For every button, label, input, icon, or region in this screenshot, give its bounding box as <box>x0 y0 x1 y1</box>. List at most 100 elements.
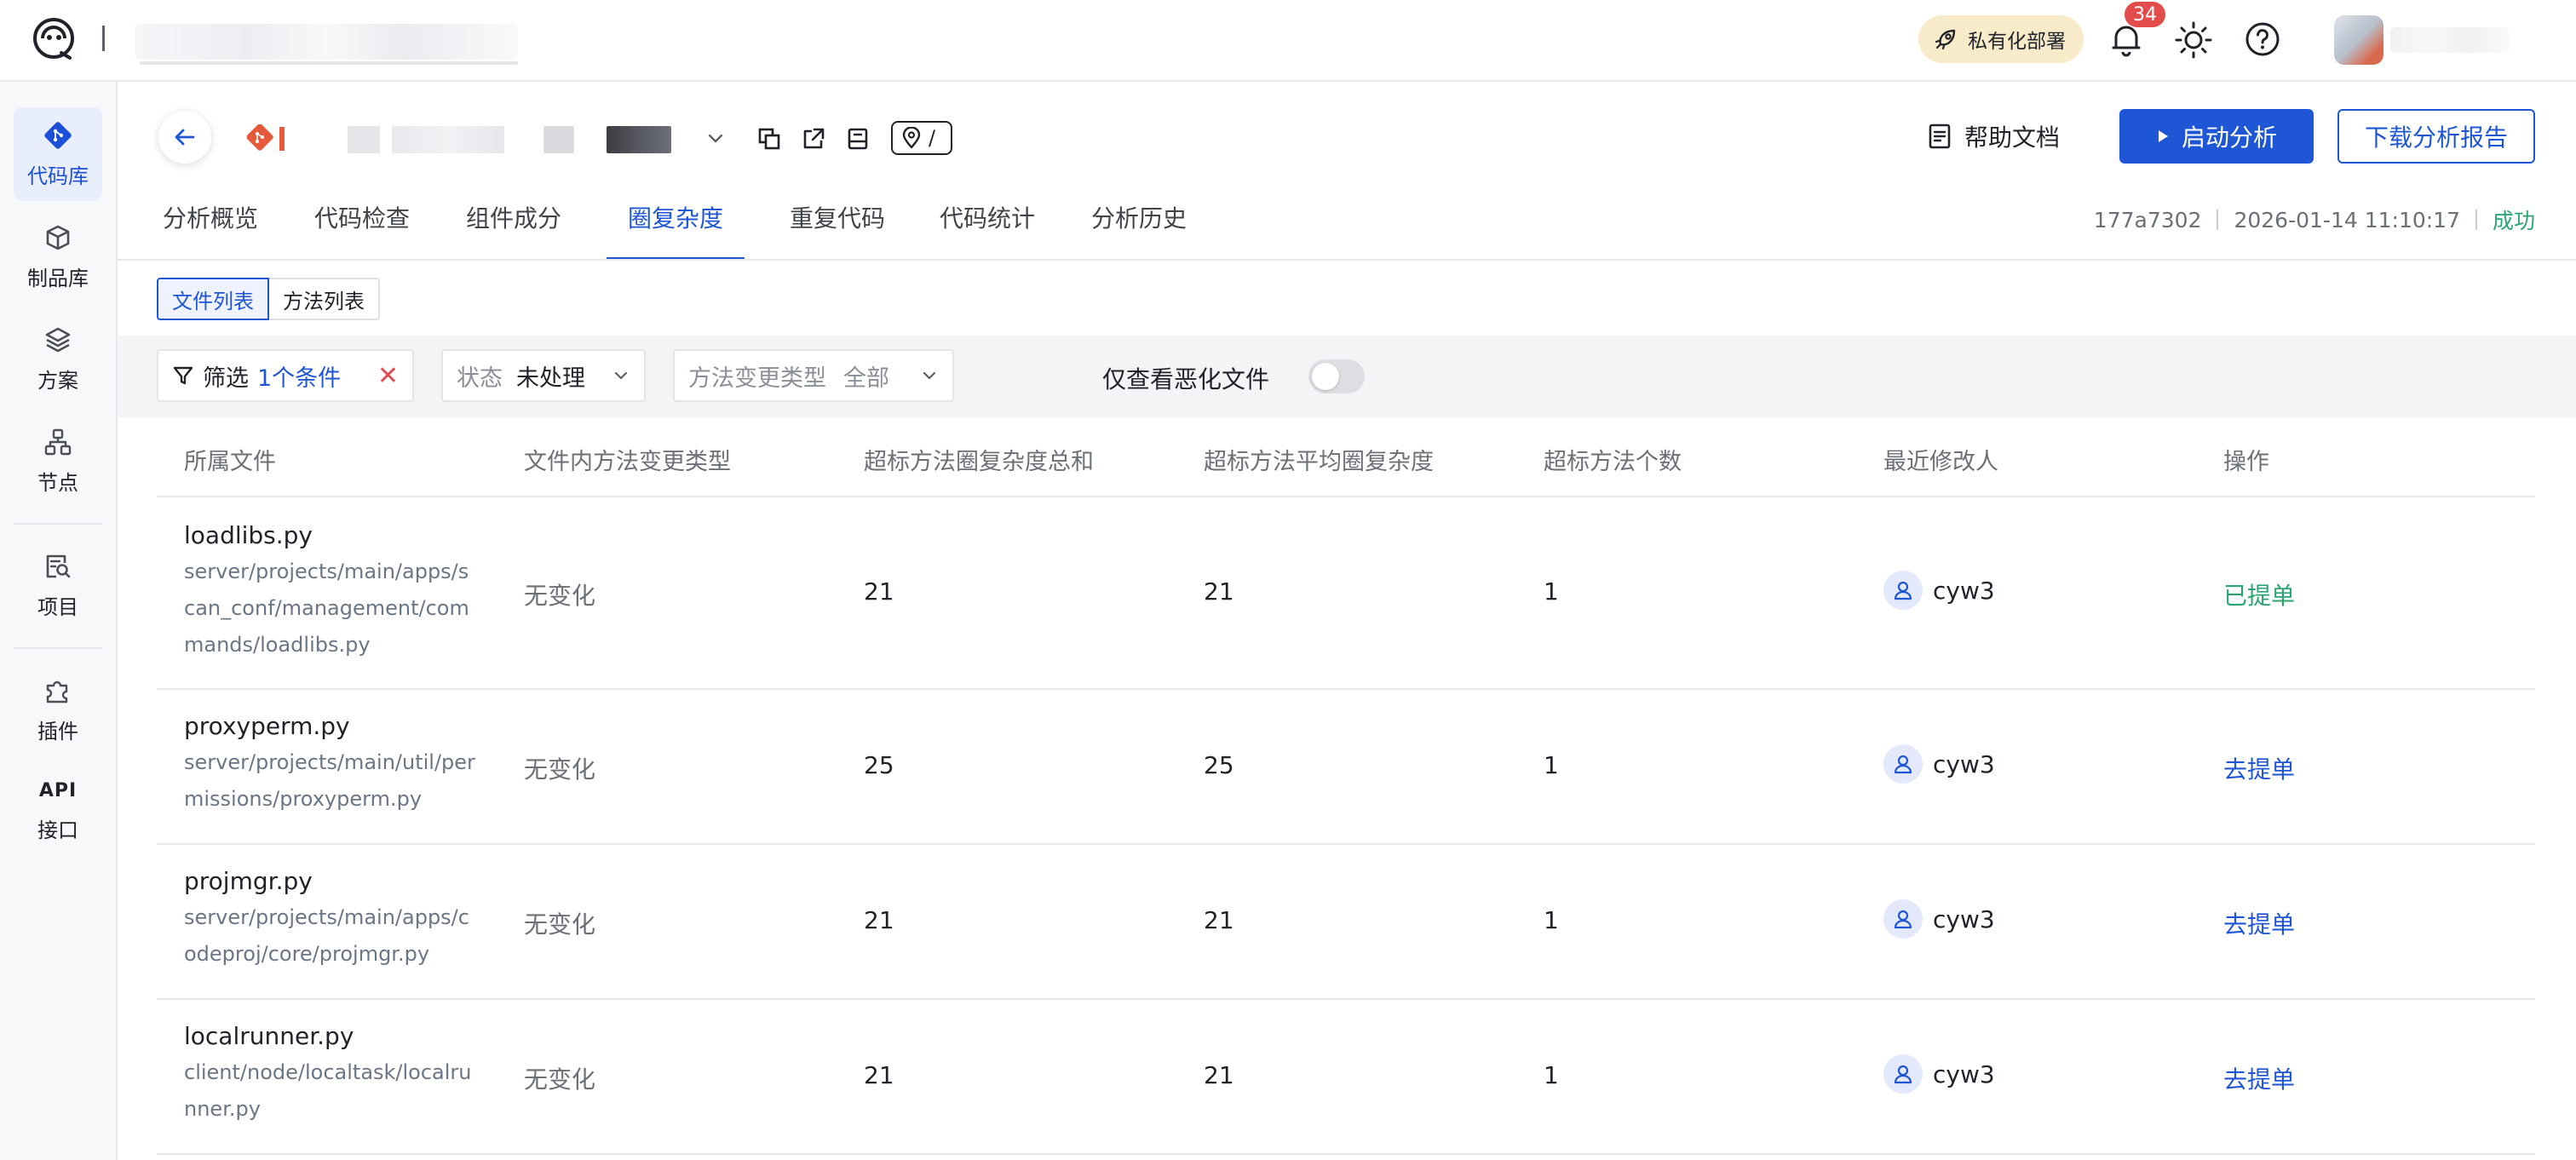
document-icon[interactable] <box>843 124 872 153</box>
copy-icon[interactable] <box>755 124 784 153</box>
column-header-complexity-sum[interactable]: 超标方法圈复杂度总和 <box>864 443 1094 476</box>
code-repo-icon <box>44 121 72 149</box>
sidebar-item-nodes[interactable]: 节点 <box>14 414 102 508</box>
rocket-icon <box>1935 29 1956 50</box>
change-type-value: 全部 <box>843 365 889 392</box>
meta-separator <box>2217 210 2219 230</box>
status-select-label: 状态 <box>457 365 503 392</box>
status-select[interactable]: 状态 未处理 <box>441 349 646 402</box>
only-worse-toggle[interactable] <box>1308 359 1365 393</box>
method-count-cell: 1 <box>1544 751 1559 779</box>
blurred-team-name[interactable] <box>135 24 518 60</box>
method-change-type-select[interactable]: 方法变更类型 全部 <box>673 349 954 402</box>
sidebar-item-code-repo[interactable]: 代码库 <box>14 107 102 201</box>
table-row[interactable]: localrunner.py client/node/localtask/loc… <box>157 1000 2535 1155</box>
analysis-datetime: 2026-01-14 11:10:17 <box>2234 207 2460 233</box>
git-logo-icon <box>247 124 285 151</box>
location-pin-icon <box>902 127 921 149</box>
modifier-cell: cyw3 <box>1883 744 1995 784</box>
sidebar-item-plugins[interactable]: 插件 <box>14 663 102 756</box>
sidebar-divider <box>14 523 102 525</box>
user-avatar[interactable] <box>2334 15 2383 65</box>
table-row[interactable]: proxyperm.py server/projects/main/util/p… <box>157 690 2535 845</box>
help-doc-link[interactable]: 帮助文档 <box>1927 119 2060 153</box>
column-header-file[interactable]: 所属文件 <box>184 443 276 476</box>
change-type-cell: 无变化 <box>524 582 596 610</box>
action-link[interactable]: 去提单 <box>2223 751 2295 785</box>
action-link[interactable]: 去提单 <box>2223 906 2295 940</box>
analysis-status: 成功 <box>2492 209 2535 233</box>
path-selector[interactable]: / <box>891 121 952 155</box>
back-button[interactable] <box>158 111 211 164</box>
download-report-label: 下载分析报告 <box>2364 123 2508 152</box>
complexity-sum-cell: 21 <box>864 906 894 934</box>
tab-cyclomatic-complexity[interactable]: 圈复杂度 <box>607 194 745 261</box>
column-header-modifier: 最近修改人 <box>1883 449 1998 475</box>
download-report-button[interactable]: 下载分析报告 <box>2337 109 2535 164</box>
blurred-username[interactable] <box>2390 27 2510 53</box>
clear-filter-icon[interactable]: ✕ <box>377 361 399 391</box>
file-name[interactable]: projmgr.py <box>184 867 313 895</box>
private-deploy-button[interactable]: 私有化部署 <box>1918 15 2084 63</box>
filter-button[interactable]: 筛选 1个条件 ✕ <box>157 349 414 402</box>
private-deploy-label: 私有化部署 <box>1968 31 2066 53</box>
tabs-divider <box>118 259 2576 261</box>
tab-overview[interactable]: 分析概览 <box>158 194 262 261</box>
column-header-method-count[interactable]: 超标方法个数 <box>1544 443 1682 476</box>
complexity-avg-cell: 25 <box>1204 751 1234 779</box>
modifier-name: cyw3 <box>1933 1060 1995 1088</box>
tab-history[interactable]: 分析历史 <box>1087 194 1191 261</box>
external-link-icon[interactable] <box>799 124 828 153</box>
table-row[interactable]: loadlibs.py server/projects/main/apps/sc… <box>157 497 2535 690</box>
complexity-avg-cell: 21 <box>1204 906 1234 934</box>
layers-icon <box>45 327 71 352</box>
project-search-icon <box>46 554 71 577</box>
method-count-cell: 1 <box>1544 1061 1559 1089</box>
action-link[interactable]: 去提单 <box>2223 1061 2295 1095</box>
app-logo-icon[interactable] <box>31 15 77 61</box>
file-name[interactable]: proxyperm.py <box>184 712 350 740</box>
change-type-cell: 无变化 <box>524 910 596 939</box>
filter-bar: 筛选 1个条件 ✕ 状态 未处理 方法变更类型 全部 仅查看恶化文件 <box>118 336 2576 417</box>
complexity-sum-cell: 21 <box>864 1061 894 1089</box>
tab-components[interactable]: 组件成分 <box>462 194 566 261</box>
tab-code-check[interactable]: 代码检查 <box>310 194 414 261</box>
sidebar-item-api[interactable]: API 接口 <box>14 763 102 857</box>
user-icon <box>1883 571 1923 610</box>
theme-sun-icon[interactable] <box>2174 20 2213 60</box>
analysis-meta: 177a7302 2026-01-14 11:10:17 成功 <box>2094 203 2535 237</box>
arrow-left-icon <box>175 129 195 146</box>
help-circle-icon[interactable] <box>2244 20 2281 58</box>
chevron-down-icon <box>614 371 628 380</box>
sidebar-item-projects[interactable]: 项目 <box>14 538 102 632</box>
subtab-file-list[interactable]: 文件列表 <box>157 278 269 320</box>
action-link[interactable]: 已提单 <box>2223 577 2295 612</box>
complexity-avg-cell: 21 <box>1204 1061 1234 1089</box>
sidebar-item-schemes[interactable]: 方案 <box>14 312 102 405</box>
column-header-change-type[interactable]: 文件内方法变更类型 <box>524 443 731 476</box>
commit-id[interactable]: 177a7302 <box>2094 208 2202 233</box>
doc-list-icon <box>1929 123 1951 149</box>
puzzle-icon <box>46 680 68 703</box>
table-row[interactable]: projmgr.py server/projects/main/apps/cod… <box>157 845 2535 1000</box>
play-icon <box>2158 130 2168 142</box>
subtab-method-list[interactable]: 方法列表 <box>269 278 380 320</box>
complexity-sum-cell: 21 <box>864 577 894 606</box>
sidebar-item-label: 项目 <box>37 594 78 619</box>
chevron-down-icon[interactable] <box>704 126 727 150</box>
modifier-cell: cyw3 <box>1883 571 1995 610</box>
modifier-name: cyw3 <box>1933 749 1995 778</box>
tab-duplicate-code[interactable]: 重复代码 <box>785 194 889 261</box>
start-analysis-button[interactable]: 启动分析 <box>2119 109 2314 164</box>
column-header-complexity-avg[interactable]: 超标方法平均圈复杂度 <box>1204 443 1434 476</box>
only-worse-label: 仅查看恶化文件 <box>1102 365 1270 393</box>
file-name[interactable]: loadlibs.py <box>184 521 313 549</box>
file-name[interactable]: localrunner.py <box>184 1022 354 1050</box>
logo-divider <box>102 26 105 51</box>
complexity-avg-cell: 21 <box>1204 577 1234 606</box>
complexity-sum-cell: 25 <box>864 751 894 779</box>
sidebar-item-packages[interactable]: 制品库 <box>14 210 102 303</box>
list-type-switch: 文件列表 方法列表 <box>157 278 380 320</box>
tab-code-stats[interactable]: 代码统计 <box>935 194 1039 261</box>
user-icon <box>1883 744 1923 784</box>
